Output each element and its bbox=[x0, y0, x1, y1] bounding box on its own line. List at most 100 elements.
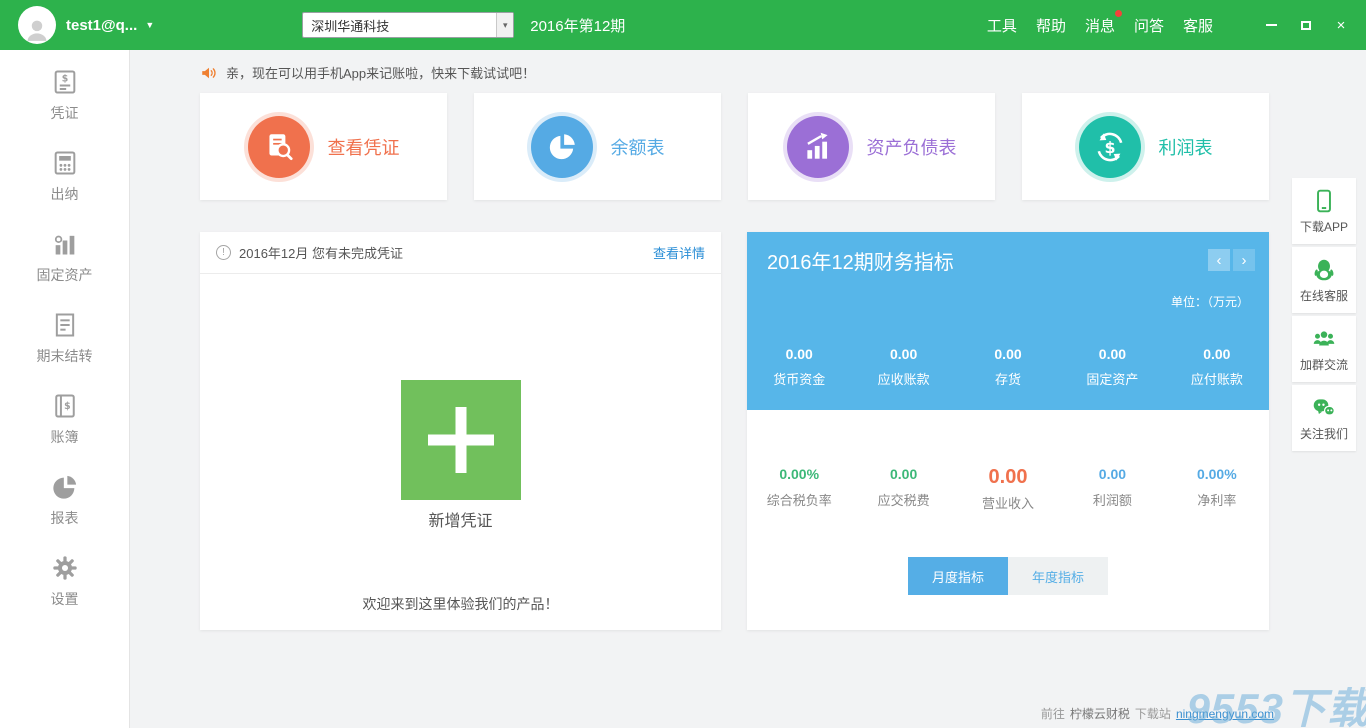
income-statement-icon: $ bbox=[1079, 116, 1141, 178]
info-icon: ! bbox=[216, 245, 231, 260]
wechat-icon bbox=[1311, 395, 1337, 421]
tab-annual-indicators[interactable]: 年度指标 bbox=[1008, 557, 1108, 595]
minimize-button[interactable] bbox=[1260, 15, 1282, 35]
sidebar-item-reports[interactable]: 报表 bbox=[51, 473, 79, 528]
notification-dot bbox=[1115, 10, 1122, 17]
account-name[interactable]: test1@q... bbox=[66, 17, 137, 34]
sidebar-label: 设置 bbox=[51, 589, 79, 609]
company-select[interactable]: 深圳华通科技 ▾ bbox=[302, 12, 514, 38]
voucher-panel-body: 新增凭证 欢迎来到这里体验我们的产品！ bbox=[200, 274, 721, 629]
online-support-button[interactable]: 在线客服 bbox=[1292, 247, 1356, 313]
app-body: $ 凭证 出纳 固定资产 期末结转 $ 账簿 报表 bbox=[0, 50, 1366, 728]
company-select-value: 深圳华通科技 bbox=[303, 13, 496, 37]
user-icon bbox=[22, 14, 52, 44]
finance-panel-title: 2016年12期财务指标 bbox=[767, 246, 954, 275]
tab-monthly-indicators[interactable]: 月度指标 bbox=[908, 557, 1008, 595]
app-promo-notice: 亲，现在可以用手机App来记账啦，快来下载试试吧！ bbox=[200, 63, 1366, 82]
footer-suffix: 下载站 bbox=[1135, 705, 1171, 722]
follow-us-button[interactable]: 关注我们 bbox=[1292, 385, 1356, 451]
stat-accounts-payable: 0.00应付账款 bbox=[1165, 346, 1269, 388]
svg-text:$: $ bbox=[1104, 137, 1115, 156]
income-statement-card[interactable]: $ 利润表 bbox=[1022, 93, 1269, 200]
stat-tax-burden-rate: 0.00%综合税负率 bbox=[747, 466, 851, 512]
download-app-button[interactable]: 下载APP bbox=[1292, 178, 1356, 244]
side-tools: 下载APP 在线客服 加群交流 关注我们 bbox=[1292, 178, 1356, 454]
balance-sheet-card[interactable]: 资产负债表 bbox=[748, 93, 995, 200]
maximize-icon bbox=[1301, 21, 1311, 30]
indicator-tabs: 月度指标 年度指标 bbox=[747, 557, 1269, 595]
unit-label: 单位：（万元） bbox=[1171, 293, 1249, 310]
menu-qa[interactable]: 问答 bbox=[1134, 15, 1164, 36]
join-group-button[interactable]: 加群交流 bbox=[1292, 316, 1356, 382]
balance-sheet-icon bbox=[787, 116, 849, 178]
menu-help[interactable]: 帮助 bbox=[1036, 15, 1066, 36]
view-details-link[interactable]: 查看详情 bbox=[653, 243, 705, 262]
tool-label: 下载APP bbox=[1300, 218, 1348, 235]
stat-monetary-funds: 0.00货币资金 bbox=[747, 346, 851, 388]
voucher-panel: ! 2016年12月 您有未完成凭证 查看详情 新增凭证 欢迎来到这里体验我们的… bbox=[200, 232, 721, 630]
quick-cards-row: 查看凭证 余额表 资产负债表 $ bbox=[200, 93, 1269, 200]
blue-stats-row: 0.00货币资金 0.00应收账款 0.00存货 0.00固定资产 0.00应付… bbox=[747, 346, 1269, 388]
maximize-button[interactable] bbox=[1295, 15, 1317, 35]
tool-label: 在线客服 bbox=[1300, 287, 1348, 304]
sidebar-item-cashier[interactable]: 出纳 bbox=[51, 149, 79, 204]
sidebar-label: 期末结转 bbox=[37, 346, 93, 366]
view-vouchers-card[interactable]: 查看凭证 bbox=[200, 93, 447, 200]
svg-text:$: $ bbox=[61, 73, 68, 84]
footer-link[interactable]: ningmengyun.com bbox=[1176, 707, 1274, 721]
period-label: 2016年第12期 bbox=[530, 15, 625, 36]
sidebar-label: 账簿 bbox=[51, 427, 79, 447]
group-icon bbox=[1311, 326, 1337, 352]
balance-table-card[interactable]: 余额表 bbox=[474, 93, 721, 200]
close-button[interactable]: × bbox=[1330, 15, 1352, 35]
avatar[interactable] bbox=[18, 6, 56, 44]
stat-profit: 0.00利润额 bbox=[1060, 466, 1164, 512]
stat-accounts-receivable: 0.00应收账款 bbox=[851, 346, 955, 388]
account-caret-icon[interactable]: ▼ bbox=[145, 20, 154, 30]
menu-support[interactable]: 客服 bbox=[1183, 15, 1213, 36]
stat-operating-revenue: 0.00营业收入 bbox=[956, 466, 1060, 512]
voucher-panel-header: ! 2016年12月 您有未完成凭证 查看详情 bbox=[200, 232, 721, 274]
sidebar-label: 报表 bbox=[51, 508, 79, 528]
sidebar-item-ledger[interactable]: $ 账簿 bbox=[51, 392, 79, 447]
card-label: 查看凭证 bbox=[328, 134, 400, 160]
menu-messages-label: 消息 bbox=[1085, 18, 1115, 35]
sidebar-item-settings[interactable]: 设置 bbox=[51, 554, 79, 609]
sidebar-item-period-end[interactable]: 期末结转 bbox=[37, 311, 93, 366]
phone-icon bbox=[1311, 188, 1337, 214]
menu-tools[interactable]: 工具 bbox=[987, 15, 1017, 36]
main-content: 亲，现在可以用手机App来记账啦，快来下载试试吧！ 查看凭证 余额表 bbox=[130, 50, 1366, 728]
notice-text: 亲，现在可以用手机App来记账啦，快来下载试试吧！ bbox=[226, 63, 535, 82]
footer: 前往 柠檬云财税 下载站 ningmengyun.com bbox=[1041, 705, 1274, 722]
stat-inventory: 0.00存货 bbox=[956, 346, 1060, 388]
window-controls: × bbox=[1260, 15, 1352, 35]
footer-site-name: 柠檬云财税 bbox=[1070, 705, 1130, 722]
view-vouchers-icon bbox=[248, 116, 310, 178]
card-label: 资产负债表 bbox=[867, 134, 957, 160]
reports-icon bbox=[51, 473, 79, 501]
finance-panel: 2016年12期财务指标 ‹ › 单位：（万元） 0.00货币资金 0.00应收… bbox=[747, 232, 1269, 630]
white-stats-row: 0.00%综合税负率 0.00应交税费 0.00营业收入 0.00利润额 0.0… bbox=[747, 466, 1269, 512]
select-caret-icon: ▾ bbox=[496, 13, 513, 37]
qq-penguin-icon bbox=[1311, 257, 1337, 283]
card-label: 余额表 bbox=[611, 134, 665, 160]
fixed-assets-icon bbox=[51, 230, 79, 258]
speaker-icon bbox=[200, 64, 218, 82]
add-voucher-button[interactable] bbox=[401, 380, 521, 500]
footer-prefix: 前往 bbox=[1041, 705, 1065, 722]
period-nav: ‹ › bbox=[1208, 249, 1255, 271]
app-window: test1@q... ▼ 深圳华通科技 ▾ 2016年第12期 工具 帮助 消息… bbox=[0, 0, 1366, 728]
sidebar-label: 出纳 bbox=[51, 184, 79, 204]
sidebar-item-voucher[interactable]: $ 凭证 bbox=[51, 68, 79, 123]
voucher-panel-title: 2016年12月 您有未完成凭证 bbox=[239, 243, 403, 262]
prev-period-button[interactable]: ‹ bbox=[1208, 249, 1230, 271]
next-period-button[interactable]: › bbox=[1233, 249, 1255, 271]
balance-table-icon bbox=[531, 116, 593, 178]
sidebar-item-fixed-assets[interactable]: 固定资产 bbox=[37, 230, 93, 285]
menu-messages[interactable]: 消息 bbox=[1085, 15, 1115, 36]
cashier-icon bbox=[51, 149, 79, 177]
topbar-menu: 工具 帮助 消息 问答 客服 × bbox=[987, 15, 1352, 36]
stat-tax-payable: 0.00应交税费 bbox=[851, 466, 955, 512]
panels-row: ! 2016年12月 您有未完成凭证 查看详情 新增凭证 欢迎来到这里体验我们的… bbox=[200, 232, 1269, 630]
sidebar: $ 凭证 出纳 固定资产 期末结转 $ 账簿 报表 bbox=[0, 50, 130, 728]
